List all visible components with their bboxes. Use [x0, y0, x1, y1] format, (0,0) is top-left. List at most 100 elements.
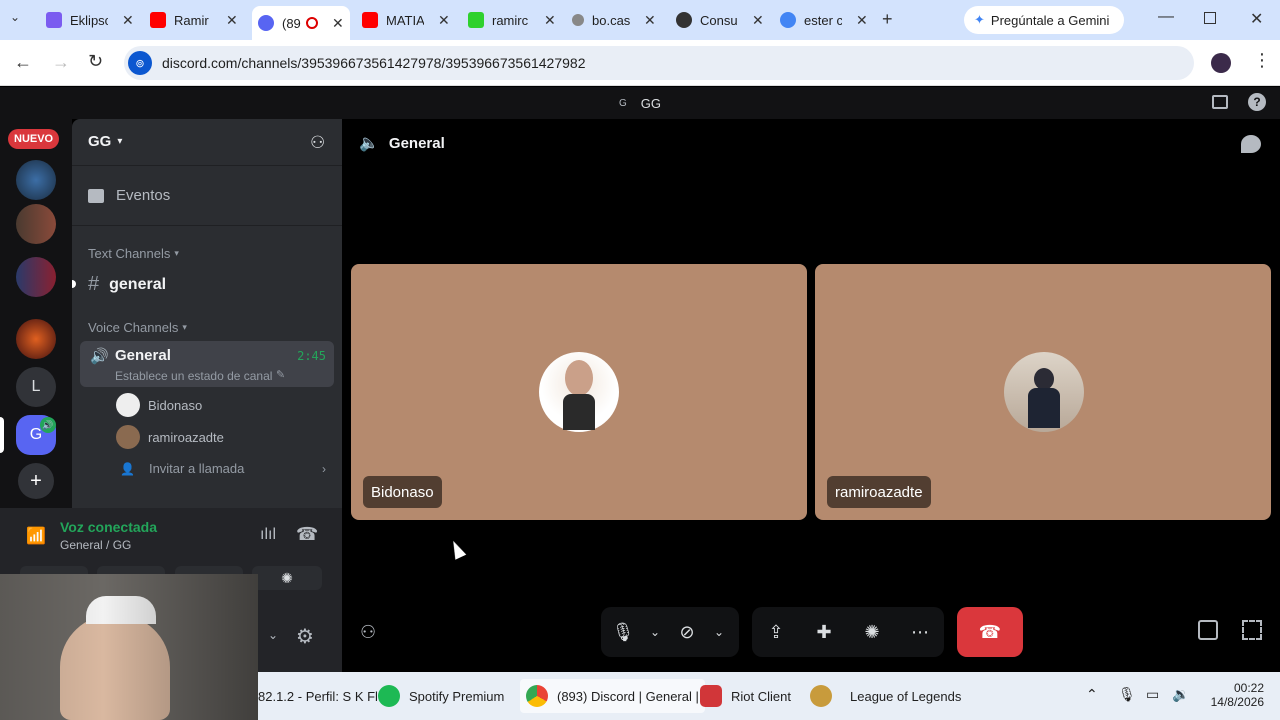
new-tab-plus-icon[interactable]: +	[882, 9, 893, 30]
disconnect-icon[interactable]: ☎	[296, 524, 318, 545]
add-server-icon[interactable]: +	[18, 463, 54, 499]
chevron-down-icon[interactable]: ⌄	[645, 607, 665, 657]
screen-share-icon[interactable]: ⇪	[752, 607, 800, 657]
taskbar-item-1[interactable]: 82.1.2 - Perfil: S K Fl	[258, 679, 378, 713]
address-bar[interactable]: ⊚ discord.com/channels/39539667356142797…	[124, 46, 1194, 80]
chrome-icon	[526, 685, 548, 707]
browser-tab-3-active[interactable]: (89 ✕	[252, 6, 350, 40]
camera-off-icon[interactable]: ⊘	[665, 607, 709, 657]
browser-tab-2[interactable]: Ramir ✕	[150, 8, 238, 32]
close-icon[interactable]: ✕	[438, 12, 450, 29]
chevron-down-icon[interactable]: ⌄	[268, 628, 278, 642]
pencil-icon[interactable]: ✎	[276, 368, 285, 381]
tray-microphone-icon[interactable]: 🎙	[1118, 686, 1136, 703]
browser-tab-8[interactable]: ester c ✕	[780, 8, 868, 32]
voice-member-1[interactable]: Bidonaso	[116, 393, 202, 417]
site-info-icon[interactable]: ⊚	[128, 51, 152, 75]
inbox-icon[interactable]	[1212, 95, 1228, 109]
taskbar-item-lol[interactable]: League of Legends	[810, 679, 961, 713]
voice-channel-general[interactable]: 🔊 General 2:45 Establece un estado de ca…	[80, 341, 334, 387]
activities-icon[interactable]: ✚	[800, 607, 848, 657]
tab-favicon	[46, 12, 62, 28]
close-icon[interactable]: ✕	[122, 12, 134, 29]
invite-to-call[interactable]: 👤 Invitar a llamada ›	[120, 461, 326, 476]
tab-search-chevron-icon[interactable]: ⌄	[10, 10, 20, 24]
server-header[interactable]: GG ▾	[88, 133, 122, 150]
server-icon-4[interactable]	[16, 319, 56, 359]
invite-people-icon[interactable]: ⚇	[360, 622, 376, 643]
close-icon[interactable]: ✕	[226, 12, 238, 29]
browser-menu-icon[interactable]: ⋮	[1253, 50, 1271, 71]
profile-avatar[interactable]	[1211, 53, 1231, 73]
pop-out-icon[interactable]	[1198, 620, 1218, 640]
noise-suppression-icon[interactable]: ılıl	[260, 526, 276, 544]
taskbar: 82.1.2 - Perfil: S K Fl Spotify Premium …	[258, 672, 1280, 720]
close-icon[interactable]: ✕	[644, 12, 656, 29]
microphone-icon[interactable]: 🎙	[601, 607, 645, 657]
participant-tile-1[interactable]: Bidonaso	[351, 264, 807, 520]
forward-arrow-icon[interactable]: →	[52, 52, 70, 73]
more-options-icon[interactable]: ⋯	[896, 607, 944, 657]
browser-tab-7[interactable]: Consu ✕	[676, 8, 764, 32]
tab-favicon	[258, 15, 274, 31]
fullscreen-icon[interactable]	[1242, 620, 1262, 640]
new-badge[interactable]: NUEVO	[8, 129, 60, 149]
url-text[interactable]: discord.com/channels/395396673561427978/…	[162, 55, 585, 71]
taskbar-label: (893) Discord | General |	[557, 688, 699, 704]
divider	[72, 225, 342, 226]
server-letter-icon: G	[618, 97, 627, 109]
channel-general-text[interactable]: # general	[88, 273, 166, 296]
volume-icon[interactable]: 🔉	[1172, 686, 1189, 703]
server-icon-1[interactable]	[16, 160, 56, 200]
taskbar-item-chrome[interactable]: (893) Discord | General |	[520, 679, 705, 713]
close-icon[interactable]: ✕	[752, 12, 764, 29]
voice-member-2[interactable]: ramiroazadte	[116, 425, 224, 449]
browser-tab-1[interactable]: Eklipsc ✕	[46, 8, 134, 32]
close-icon[interactable]: ✕	[544, 12, 556, 29]
riot-client-icon	[700, 685, 722, 707]
settings-gear-icon[interactable]: ⚙	[296, 624, 314, 649]
participant-tile-2[interactable]: ramiroazadte	[815, 264, 1271, 520]
chat-bubble-icon[interactable]	[1241, 135, 1261, 153]
browser-tab-5[interactable]: ramirc ✕	[468, 8, 556, 32]
channel-status-hint[interactable]: Establece un estado de canal	[115, 369, 272, 383]
disconnect-call-button[interactable]: ☎	[957, 607, 1023, 657]
help-icon[interactable]: ?	[1248, 93, 1266, 111]
taskbar-item-spotify[interactable]: Spotify Premium	[378, 679, 504, 713]
window-close-icon[interactable]: ✕	[1250, 9, 1263, 29]
soundboard-button[interactable]: ✺	[252, 566, 322, 590]
server-icon-letter[interactable]: L	[16, 367, 56, 407]
gemini-button[interactable]: ✦ Pregúntale a Gemini	[964, 6, 1124, 34]
reload-icon[interactable]: ↻	[88, 51, 103, 72]
invite-people-icon[interactable]: ⚇	[310, 133, 325, 153]
avatar-figure-body	[1028, 388, 1060, 428]
tab-title: Eklipsc	[70, 12, 108, 28]
soundboard-icon[interactable]: ✺	[848, 607, 896, 657]
close-icon[interactable]: ✕	[856, 12, 868, 29]
voice-connected-label[interactable]: Voz conectada	[60, 519, 157, 535]
text-channels-category[interactable]: Text Channels ▾	[88, 246, 179, 261]
stage-header: 🔈 General	[359, 133, 445, 153]
server-icon-3[interactable]	[16, 257, 56, 297]
clock[interactable]: 00:22 14/8/2026	[1204, 681, 1264, 709]
participant-name: Bidonaso	[363, 476, 442, 508]
browser-tab-6[interactable]: bo.cas ✕	[572, 8, 656, 32]
avatar	[116, 393, 140, 417]
voice-connected-location[interactable]: General / GG	[60, 538, 131, 552]
voice-channels-category[interactable]: Voice Channels ▾	[88, 320, 187, 335]
hashtag-icon: #	[88, 273, 100, 295]
network-icon[interactable]: ▭	[1146, 686, 1159, 703]
clock-time: 00:22	[1233, 681, 1264, 695]
close-icon[interactable]: ✕	[332, 15, 344, 32]
taskbar-item-riot[interactable]: Riot Client	[700, 679, 791, 713]
minimize-icon[interactable]: —	[1158, 8, 1174, 26]
maximize-icon[interactable]	[1204, 12, 1216, 24]
browser-tab-4[interactable]: MATIA ✕	[362, 8, 450, 32]
back-arrow-icon[interactable]: ←	[14, 52, 32, 73]
server-title: GG	[640, 95, 661, 111]
clock-date: 14/8/2026	[1210, 695, 1264, 709]
server-icon-2[interactable]	[16, 204, 56, 244]
events-item[interactable]: Eventos	[88, 187, 170, 204]
tray-chevron-up-icon[interactable]: ⌃	[1086, 686, 1098, 703]
chevron-down-icon[interactable]: ⌄	[709, 607, 729, 657]
